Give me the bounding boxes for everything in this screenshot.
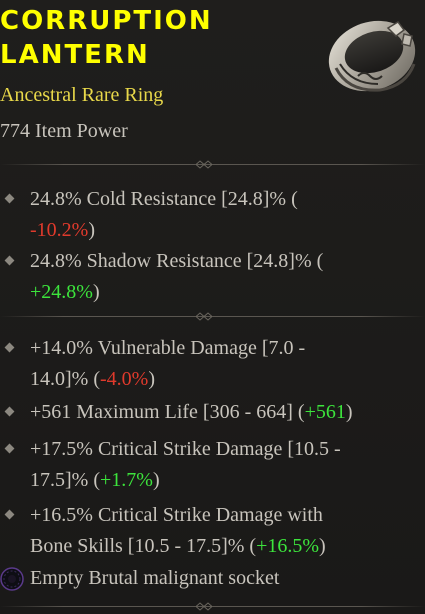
affix-text-cont: 17.5]% ( bbox=[30, 469, 100, 491]
affix-delta: +16.5% bbox=[256, 535, 320, 557]
affix-delta: +1.7% bbox=[99, 469, 153, 491]
affix-text: +14.0% Vulnerable Damage [7.0 - bbox=[30, 337, 306, 359]
bullet-icon bbox=[4, 443, 15, 454]
bullet-icon bbox=[4, 193, 15, 204]
bullet-icon bbox=[4, 255, 15, 266]
affix-vulnerable-damage: +14.0% Vulnerable Damage [7.0 - 14.0]% (… bbox=[0, 333, 425, 397]
affix-text-cont: Bone Skills [10.5 - 17.5]% ( bbox=[30, 535, 257, 557]
affix-critical-strike-damage-bone-skills: +16.5% Critical Strike Damage with Bone … bbox=[0, 500, 425, 564]
implicit-affix-cold-resistance: 24.8% Cold Resistance [24.8]% ( -10.2%) bbox=[0, 184, 425, 248]
affix-maximum-life: +561 Maximum Life [306 - 664] (+561) bbox=[0, 397, 425, 429]
affix-text: +16.5% Critical Strike Damage with bbox=[30, 504, 323, 526]
affix-suffix: ) bbox=[148, 368, 155, 390]
implicit-affix-shadow-resistance: 24.8% Shadow Resistance [24.8]% ( +24.8%… bbox=[0, 246, 425, 310]
affix-text: +17.5% Critical Strike Damage [10.5 - bbox=[30, 438, 341, 460]
affix-delta: +24.8% bbox=[30, 281, 93, 303]
malignant-socket-icon bbox=[0, 567, 24, 591]
divider bbox=[0, 602, 425, 612]
affix-text-cont: 14.0]% ( bbox=[30, 368, 100, 390]
bullet-icon bbox=[4, 406, 15, 417]
affix-suffix: ) bbox=[319, 535, 326, 557]
malignant-socket-row: Empty Brutal malignant socket bbox=[0, 565, 425, 595]
item-name: Corruption Lantern bbox=[0, 6, 213, 70]
ring-icon bbox=[328, 20, 416, 92]
affix-delta: +561 bbox=[304, 401, 346, 423]
bullet-icon bbox=[4, 509, 15, 520]
affix-text: 24.8% Cold Resistance [24.8]% ( bbox=[30, 188, 298, 210]
affix-text: 24.8% Shadow Resistance [24.8]% ( bbox=[30, 250, 324, 272]
affix-suffix: ) bbox=[92, 281, 100, 303]
item-power: 774 Item Power bbox=[0, 120, 128, 142]
affix-text: +561 Maximum Life [306 - 664] ( bbox=[30, 401, 305, 423]
divider bbox=[0, 312, 425, 322]
item-tooltip: Corruption Lantern Ancestral Rare Ring 7… bbox=[0, 0, 425, 614]
affix-delta: -4.0% bbox=[99, 368, 149, 390]
divider bbox=[0, 160, 425, 170]
affix-delta: -10.2% bbox=[30, 219, 89, 241]
affix-critical-strike-damage: +17.5% Critical Strike Damage [10.5 - 17… bbox=[0, 434, 425, 498]
affix-suffix: ) bbox=[345, 401, 353, 423]
bullet-icon bbox=[4, 342, 15, 353]
affix-suffix: ) bbox=[88, 219, 95, 241]
socket-label: Empty Brutal malignant socket bbox=[30, 567, 280, 589]
affix-suffix: ) bbox=[152, 469, 160, 491]
item-type: Ancestral Rare Ring bbox=[0, 84, 164, 106]
